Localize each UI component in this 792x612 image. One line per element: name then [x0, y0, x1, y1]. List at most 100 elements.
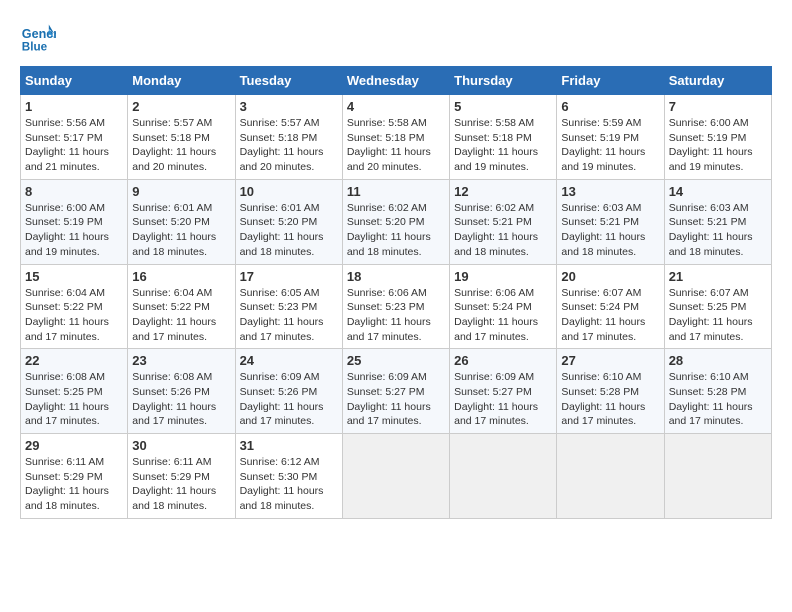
day-number: 11 [347, 184, 445, 199]
day-info: Sunrise: 6:12 AMSunset: 5:30 PMDaylight:… [240, 455, 338, 514]
svg-text:Blue: Blue [22, 41, 48, 54]
calendar-day-cell: 11 Sunrise: 6:02 AMSunset: 5:20 PMDaylig… [342, 179, 449, 264]
day-number: 12 [454, 184, 552, 199]
day-info: Sunrise: 6:11 AMSunset: 5:29 PMDaylight:… [132, 455, 230, 514]
day-info: Sunrise: 5:57 AMSunset: 5:18 PMDaylight:… [132, 116, 230, 175]
calendar-day-cell [342, 434, 449, 519]
day-info: Sunrise: 6:00 AMSunset: 5:19 PMDaylight:… [25, 201, 123, 260]
day-info: Sunrise: 5:58 AMSunset: 5:18 PMDaylight:… [347, 116, 445, 175]
day-info: Sunrise: 6:05 AMSunset: 5:23 PMDaylight:… [240, 286, 338, 345]
calendar-day-cell: 20 Sunrise: 6:07 AMSunset: 5:24 PMDaylig… [557, 264, 664, 349]
calendar-day-cell: 8 Sunrise: 6:00 AMSunset: 5:19 PMDayligh… [21, 179, 128, 264]
calendar-day-cell [450, 434, 557, 519]
day-info: Sunrise: 6:00 AMSunset: 5:19 PMDaylight:… [669, 116, 767, 175]
calendar-day-cell: 7 Sunrise: 6:00 AMSunset: 5:19 PMDayligh… [664, 95, 771, 180]
calendar-body: 1 Sunrise: 5:56 AMSunset: 5:17 PMDayligh… [21, 95, 772, 519]
weekday-header-cell: Monday [128, 67, 235, 95]
day-number: 22 [25, 353, 123, 368]
day-info: Sunrise: 6:08 AMSunset: 5:25 PMDaylight:… [25, 370, 123, 429]
day-number: 19 [454, 269, 552, 284]
calendar-day-cell: 23 Sunrise: 6:08 AMSunset: 5:26 PMDaylig… [128, 349, 235, 434]
day-number: 4 [347, 99, 445, 114]
calendar-day-cell [664, 434, 771, 519]
calendar-day-cell: 14 Sunrise: 6:03 AMSunset: 5:21 PMDaylig… [664, 179, 771, 264]
day-info: Sunrise: 6:11 AMSunset: 5:29 PMDaylight:… [25, 455, 123, 514]
calendar-week-row: 22 Sunrise: 6:08 AMSunset: 5:25 PMDaylig… [21, 349, 772, 434]
day-number: 16 [132, 269, 230, 284]
calendar-day-cell: 5 Sunrise: 5:58 AMSunset: 5:18 PMDayligh… [450, 95, 557, 180]
day-info: Sunrise: 6:04 AMSunset: 5:22 PMDaylight:… [132, 286, 230, 345]
day-number: 6 [561, 99, 659, 114]
calendar-day-cell: 29 Sunrise: 6:11 AMSunset: 5:29 PMDaylig… [21, 434, 128, 519]
day-info: Sunrise: 5:59 AMSunset: 5:19 PMDaylight:… [561, 116, 659, 175]
day-number: 17 [240, 269, 338, 284]
day-info: Sunrise: 6:01 AMSunset: 5:20 PMDaylight:… [132, 201, 230, 260]
day-info: Sunrise: 6:06 AMSunset: 5:23 PMDaylight:… [347, 286, 445, 345]
day-number: 10 [240, 184, 338, 199]
calendar-day-cell: 18 Sunrise: 6:06 AMSunset: 5:23 PMDaylig… [342, 264, 449, 349]
day-info: Sunrise: 6:09 AMSunset: 5:26 PMDaylight:… [240, 370, 338, 429]
calendar-day-cell: 10 Sunrise: 6:01 AMSunset: 5:20 PMDaylig… [235, 179, 342, 264]
logo: General Blue [20, 20, 56, 56]
day-number: 8 [25, 184, 123, 199]
calendar-day-cell: 13 Sunrise: 6:03 AMSunset: 5:21 PMDaylig… [557, 179, 664, 264]
day-number: 20 [561, 269, 659, 284]
calendar-day-cell: 25 Sunrise: 6:09 AMSunset: 5:27 PMDaylig… [342, 349, 449, 434]
calendar-week-row: 1 Sunrise: 5:56 AMSunset: 5:17 PMDayligh… [21, 95, 772, 180]
day-info: Sunrise: 6:07 AMSunset: 5:24 PMDaylight:… [561, 286, 659, 345]
calendar-day-cell: 24 Sunrise: 6:09 AMSunset: 5:26 PMDaylig… [235, 349, 342, 434]
day-info: Sunrise: 6:06 AMSunset: 5:24 PMDaylight:… [454, 286, 552, 345]
calendar-day-cell: 12 Sunrise: 6:02 AMSunset: 5:21 PMDaylig… [450, 179, 557, 264]
day-number: 28 [669, 353, 767, 368]
calendar-day-cell [557, 434, 664, 519]
calendar-week-row: 29 Sunrise: 6:11 AMSunset: 5:29 PMDaylig… [21, 434, 772, 519]
day-number: 15 [25, 269, 123, 284]
calendar-day-cell: 16 Sunrise: 6:04 AMSunset: 5:22 PMDaylig… [128, 264, 235, 349]
day-number: 13 [561, 184, 659, 199]
day-number: 7 [669, 99, 767, 114]
day-number: 27 [561, 353, 659, 368]
day-number: 9 [132, 184, 230, 199]
day-info: Sunrise: 6:03 AMSunset: 5:21 PMDaylight:… [561, 201, 659, 260]
day-info: Sunrise: 6:09 AMSunset: 5:27 PMDaylight:… [347, 370, 445, 429]
page-header: General Blue [20, 20, 772, 56]
weekday-header-cell: Tuesday [235, 67, 342, 95]
day-number: 5 [454, 99, 552, 114]
calendar-day-cell: 22 Sunrise: 6:08 AMSunset: 5:25 PMDaylig… [21, 349, 128, 434]
calendar-day-cell: 21 Sunrise: 6:07 AMSunset: 5:25 PMDaylig… [664, 264, 771, 349]
calendar-day-cell: 31 Sunrise: 6:12 AMSunset: 5:30 PMDaylig… [235, 434, 342, 519]
day-number: 1 [25, 99, 123, 114]
day-info: Sunrise: 5:58 AMSunset: 5:18 PMDaylight:… [454, 116, 552, 175]
day-info: Sunrise: 6:02 AMSunset: 5:20 PMDaylight:… [347, 201, 445, 260]
calendar-day-cell: 27 Sunrise: 6:10 AMSunset: 5:28 PMDaylig… [557, 349, 664, 434]
weekday-header-row: SundayMondayTuesdayWednesdayThursdayFrid… [21, 67, 772, 95]
day-info: Sunrise: 6:04 AMSunset: 5:22 PMDaylight:… [25, 286, 123, 345]
calendar-day-cell: 9 Sunrise: 6:01 AMSunset: 5:20 PMDayligh… [128, 179, 235, 264]
calendar-day-cell: 6 Sunrise: 5:59 AMSunset: 5:19 PMDayligh… [557, 95, 664, 180]
day-info: Sunrise: 5:57 AMSunset: 5:18 PMDaylight:… [240, 116, 338, 175]
weekday-header-cell: Wednesday [342, 67, 449, 95]
calendar-day-cell: 26 Sunrise: 6:09 AMSunset: 5:27 PMDaylig… [450, 349, 557, 434]
day-info: Sunrise: 6:01 AMSunset: 5:20 PMDaylight:… [240, 201, 338, 260]
day-number: 24 [240, 353, 338, 368]
day-info: Sunrise: 5:56 AMSunset: 5:17 PMDaylight:… [25, 116, 123, 175]
weekday-header-cell: Sunday [21, 67, 128, 95]
day-info: Sunrise: 6:08 AMSunset: 5:26 PMDaylight:… [132, 370, 230, 429]
calendar-day-cell: 19 Sunrise: 6:06 AMSunset: 5:24 PMDaylig… [450, 264, 557, 349]
day-number: 30 [132, 438, 230, 453]
day-number: 2 [132, 99, 230, 114]
calendar-day-cell: 28 Sunrise: 6:10 AMSunset: 5:28 PMDaylig… [664, 349, 771, 434]
day-info: Sunrise: 6:02 AMSunset: 5:21 PMDaylight:… [454, 201, 552, 260]
day-info: Sunrise: 6:10 AMSunset: 5:28 PMDaylight:… [669, 370, 767, 429]
day-number: 26 [454, 353, 552, 368]
day-number: 3 [240, 99, 338, 114]
calendar-day-cell: 4 Sunrise: 5:58 AMSunset: 5:18 PMDayligh… [342, 95, 449, 180]
day-info: Sunrise: 6:07 AMSunset: 5:25 PMDaylight:… [669, 286, 767, 345]
day-info: Sunrise: 6:10 AMSunset: 5:28 PMDaylight:… [561, 370, 659, 429]
calendar-day-cell: 30 Sunrise: 6:11 AMSunset: 5:29 PMDaylig… [128, 434, 235, 519]
weekday-header-cell: Thursday [450, 67, 557, 95]
calendar-day-cell: 1 Sunrise: 5:56 AMSunset: 5:17 PMDayligh… [21, 95, 128, 180]
day-number: 23 [132, 353, 230, 368]
calendar-day-cell: 15 Sunrise: 6:04 AMSunset: 5:22 PMDaylig… [21, 264, 128, 349]
weekday-header-cell: Saturday [664, 67, 771, 95]
